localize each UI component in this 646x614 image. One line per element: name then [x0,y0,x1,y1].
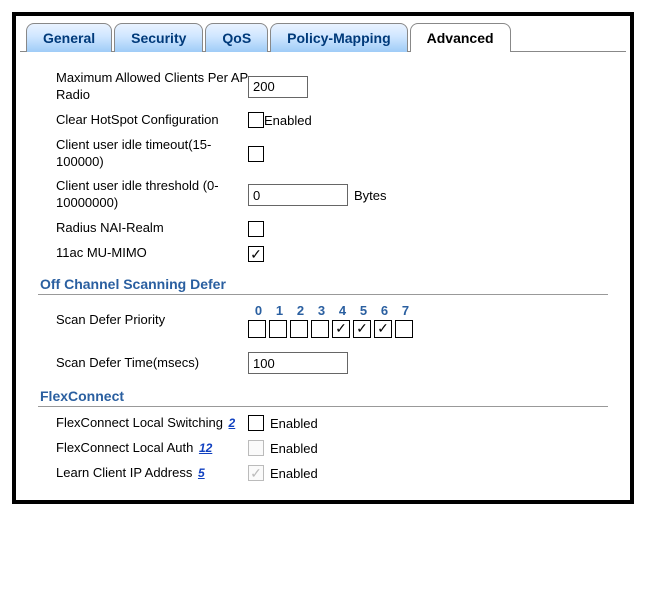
priority-number-2: 2 [290,303,311,318]
flex-local-switching-enabled-text: Enabled [270,416,318,431]
priority-number-4: 4 [332,303,353,318]
tab-general[interactable]: General [26,23,112,52]
priority-number-5: 5 [353,303,374,318]
clear-hotspot-label: Clear HotSpot Configuration [38,112,248,129]
tab-bar: General Security QoS Policy-Mapping Adva… [20,22,626,52]
mu-mimo-label: 11ac MU-MIMO [38,245,248,262]
client-idle-timeout-checkbox[interactable] [248,146,264,162]
footnote-2[interactable]: 2 [229,416,236,430]
flex-local-switching-checkbox[interactable] [248,415,264,431]
bytes-label: Bytes [354,188,387,203]
scan-defer-time-label: Scan Defer Time(msecs) [38,355,248,372]
priority-number-0: 0 [248,303,269,318]
mu-mimo-checkbox[interactable] [248,246,264,262]
priority-checkbox-5[interactable] [353,320,371,338]
priority-checkbox-0[interactable] [248,320,266,338]
clear-hotspot-checkbox[interactable] [248,112,264,128]
priority-number-3: 3 [311,303,332,318]
off-channel-divider [38,294,608,295]
tab-advanced[interactable]: Advanced [410,23,511,52]
scan-defer-priority-group: 01234567 [248,303,416,338]
tab-security[interactable]: Security [114,23,203,52]
learn-client-ip-checkbox [248,465,264,481]
footnote-5[interactable]: 5 [198,466,205,480]
flex-local-auth-enabled-text: Enabled [270,441,318,456]
flex-local-switching-label: FlexConnect Local Switching 2 [38,415,248,432]
scan-defer-priority-label: Scan Defer Priority [38,312,248,329]
client-idle-threshold-label: Client user idle threshold (0-10000000) [38,178,248,212]
tab-content: Maximum Allowed Clients Per AP Radio Cle… [20,52,626,482]
footnote-12[interactable]: 12 [199,441,212,455]
radius-nai-label: Radius NAI-Realm [38,220,248,237]
tab-qos[interactable]: QoS [205,23,268,52]
priority-number-6: 6 [374,303,395,318]
max-clients-label: Maximum Allowed Clients Per AP Radio [38,70,248,104]
priority-checkbox-3[interactable] [311,320,329,338]
clear-hotspot-enabled-text: Enabled [264,113,312,128]
advanced-panel: General Security QoS Policy-Mapping Adva… [12,12,634,504]
client-idle-timeout-label: Client user idle timeout(15-100000) [38,137,248,171]
priority-checkbox-7[interactable] [395,320,413,338]
learn-client-ip-enabled-text: Enabled [270,466,318,481]
flex-local-auth-checkbox [248,440,264,456]
flexconnect-title: FlexConnect [40,388,608,404]
priority-number-1: 1 [269,303,290,318]
priority-number-7: 7 [395,303,416,318]
off-channel-title: Off Channel Scanning Defer [40,276,608,292]
flexconnect-divider [38,406,608,407]
client-idle-threshold-input[interactable] [248,184,348,206]
max-clients-input[interactable] [248,76,308,98]
priority-checkbox-1[interactable] [269,320,287,338]
flex-local-auth-label: FlexConnect Local Auth 12 [38,440,248,457]
learn-client-ip-label: Learn Client IP Address 5 [38,465,248,482]
scan-defer-time-input[interactable] [248,352,348,374]
tab-policy-mapping[interactable]: Policy-Mapping [270,23,407,52]
priority-checkbox-4[interactable] [332,320,350,338]
priority-checkbox-6[interactable] [374,320,392,338]
priority-checkbox-2[interactable] [290,320,308,338]
radius-nai-checkbox[interactable] [248,221,264,237]
